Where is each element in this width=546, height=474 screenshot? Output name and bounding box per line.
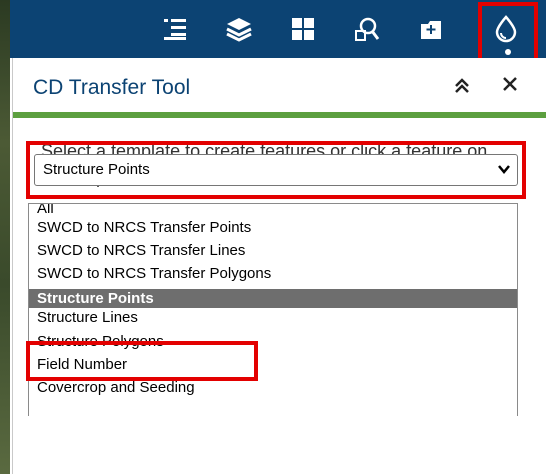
- close-button[interactable]: [501, 74, 525, 98]
- close-icon: [503, 77, 517, 91]
- template-dropdown-list[interactable]: All SWCD to NRCS Transfer Points SWCD to…: [28, 203, 518, 416]
- panel-header: CD Transfer Tool: [13, 58, 546, 118]
- template-select[interactable]: Structure Points: [34, 154, 518, 186]
- option-swcd-transfer-polygons[interactable]: SWCD to NRCS Transfer Polygons: [29, 264, 517, 283]
- query-icon[interactable]: [345, 8, 389, 50]
- highlight-structure-points: [26, 341, 258, 381]
- option-all[interactable]: All: [29, 204, 517, 218]
- grid-icon[interactable]: [281, 8, 325, 50]
- add-data-icon[interactable]: [409, 8, 453, 50]
- map-background[interactable]: [0, 0, 10, 474]
- double-chevron-up-icon: [455, 78, 469, 93]
- layers-icon[interactable]: [217, 8, 261, 50]
- template-select-value: Structure Points: [43, 161, 150, 178]
- collapse-button[interactable]: [452, 76, 476, 100]
- option-swcd-transfer-points[interactable]: SWCD to NRCS Transfer Points: [29, 218, 517, 237]
- option-structure-lines[interactable]: Structure Lines: [29, 308, 517, 327]
- chevron-down-icon: [497, 162, 511, 181]
- panel-title: CD Transfer Tool: [33, 76, 191, 99]
- top-toolbar: [10, 0, 546, 58]
- list-icon[interactable]: [153, 8, 197, 50]
- option-structure-points[interactable]: Structure Points: [29, 289, 517, 308]
- option-swcd-transfer-lines[interactable]: SWCD to NRCS Transfer Lines: [29, 241, 517, 260]
- highlight-edit-tool: [478, 2, 538, 64]
